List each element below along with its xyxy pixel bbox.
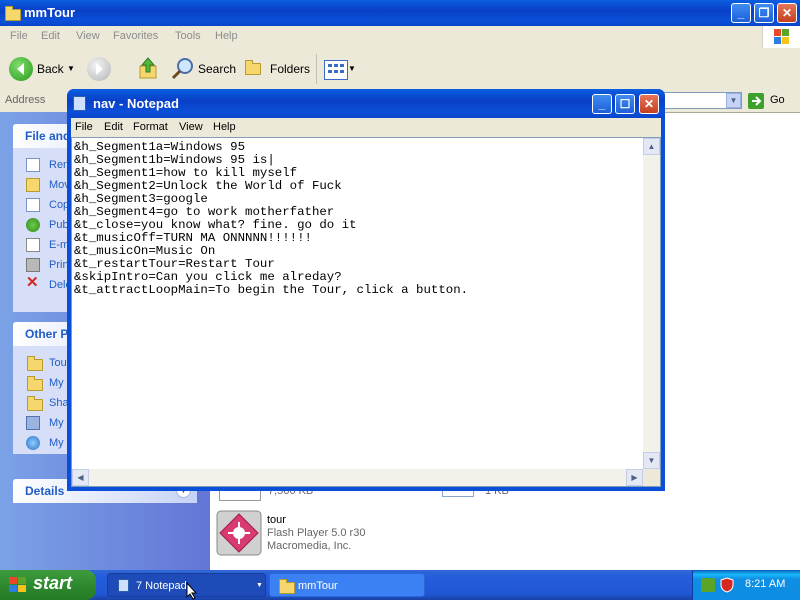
go-button[interactable]: Go (770, 94, 785, 106)
delete-icon: ✕ (26, 274, 39, 291)
windows-logo-icon (762, 26, 800, 48)
notepad-close-button[interactable]: ✕ (639, 94, 659, 114)
resize-grip[interactable] (643, 469, 660, 486)
notepad-menu-view[interactable]: View (179, 121, 203, 133)
my-network-icon (26, 436, 40, 450)
explorer-title: mmTour (24, 5, 76, 20)
start-label: start (33, 573, 73, 593)
place-my-network[interactable]: My (49, 437, 64, 449)
search-icon[interactable] (171, 57, 195, 84)
views-icon[interactable] (324, 60, 348, 80)
file-name[interactable]: tour (267, 514, 286, 526)
minimize-button[interactable]: _ (731, 3, 751, 23)
scroll-down-icon[interactable]: ▼ (643, 452, 660, 469)
notepad-minimize-button[interactable]: _ (592, 94, 612, 114)
flash-file-icon[interactable] (216, 510, 262, 559)
copy-icon (26, 198, 40, 212)
taskbar-mmtour[interactable]: mmTour (269, 573, 425, 597)
explorer-title-bar[interactable]: mmTour _ ❐ ✕ (0, 0, 800, 26)
notepad-menu-edit[interactable]: Edit (104, 121, 123, 133)
place-my-computer[interactable]: My (49, 417, 64, 429)
views-dropdown-icon[interactable]: ▼ (348, 64, 356, 73)
folder-icon (279, 579, 295, 594)
folder-icon (27, 356, 43, 371)
my-documents-icon (27, 376, 43, 391)
folder-icon (5, 6, 21, 21)
restore-button[interactable]: ❐ (754, 3, 774, 23)
start-button[interactable]: start (0, 570, 96, 600)
forward-arrow-icon (87, 57, 111, 81)
vertical-scrollbar[interactable]: ▲ ▼ (643, 138, 660, 469)
notepad-icon (73, 96, 86, 111)
place-tour[interactable]: Tou (49, 357, 67, 369)
task-print[interactable]: Prin (49, 259, 69, 271)
windows-flag-icon (9, 577, 27, 598)
folders-icon[interactable] (245, 60, 261, 75)
move-icon (26, 178, 40, 192)
scroll-up-icon[interactable]: ▲ (643, 138, 660, 155)
notepad-text-area[interactable]: &h_Segment1a=Windows 95 &h_Segment1b=Win… (71, 137, 661, 487)
my-computer-icon (26, 416, 40, 430)
notepad-menu-format[interactable]: Format (133, 121, 168, 133)
system-tray: 8:21 AM (692, 570, 800, 600)
menu-file[interactable]: File (10, 30, 28, 42)
search-button[interactable]: Search (198, 62, 236, 76)
go-arrow-icon[interactable] (748, 93, 764, 109)
place-my-documents[interactable]: My (49, 377, 64, 389)
menu-edit[interactable]: Edit (41, 30, 60, 42)
back-arrow-icon[interactable] (9, 57, 33, 81)
explorer-menu-bar: File Edit View Favorites Tools Help (0, 26, 800, 49)
address-dropdown-icon[interactable]: ▼ (726, 93, 741, 108)
notepad-title: nav - Notepad (93, 96, 179, 111)
printer-icon (26, 258, 40, 272)
folders-button[interactable]: Folders (270, 62, 310, 76)
taskbar-notepad-label: 7 Notepad (136, 580, 187, 592)
scroll-right-icon[interactable]: ▶ (626, 469, 643, 486)
clock[interactable]: 8:21 AM (745, 578, 785, 590)
menu-favorites[interactable]: Favorites (113, 30, 158, 42)
taskbar-mmtour-label: mmTour (298, 580, 338, 592)
toolbar-divider (316, 54, 317, 84)
notepad-menu-help[interactable]: Help (213, 121, 236, 133)
publish-icon (26, 218, 40, 232)
shared-folder-icon (27, 396, 43, 411)
notepad-menu-file[interactable]: File (75, 121, 93, 133)
network-icon[interactable] (701, 578, 715, 592)
place-shared[interactable]: Sha (49, 397, 69, 409)
menu-tools[interactable]: Tools (175, 30, 201, 42)
notepad-menu-bar: File Edit Format View Help (71, 118, 661, 137)
back-dropdown-icon[interactable]: ▼ (67, 64, 75, 73)
menu-view[interactable]: View (76, 30, 100, 42)
close-button[interactable]: ✕ (777, 3, 797, 23)
notepad-window: nav - Notepad _ ☐ ✕ File Edit Format Vie… (67, 89, 665, 491)
back-button[interactable]: Back (37, 62, 64, 76)
scroll-left-icon[interactable]: ◀ (72, 469, 89, 486)
taskbar: start 7 Notepad ▼ mmTour 8:21 AM (0, 570, 800, 600)
up-folder-icon[interactable] (137, 56, 159, 83)
rename-icon (26, 158, 40, 172)
notepad-icon (118, 579, 129, 592)
notepad-maximize-button[interactable]: ☐ (615, 94, 635, 114)
address-label: Address (5, 94, 46, 106)
file-company: Macromedia, Inc. (267, 540, 352, 552)
task-publish[interactable]: Pub (49, 219, 69, 231)
notepad-title-bar[interactable]: nav - Notepad _ ☐ ✕ (67, 89, 665, 118)
explorer-toolbar: Back ▼ Search Folders ▼ (0, 48, 800, 91)
horizontal-scrollbar[interactable]: ◀ ▶ (72, 469, 643, 486)
email-icon (26, 238, 40, 252)
notepad-text[interactable]: &h_Segment1a=Windows 95 &h_Segment1b=Win… (74, 141, 642, 297)
file-type: Flash Player 5.0 r30 (267, 527, 366, 539)
security-shield-icon[interactable] (720, 577, 734, 596)
group-dropdown-icon[interactable]: ▼ (256, 574, 263, 598)
menu-help[interactable]: Help (215, 30, 238, 42)
